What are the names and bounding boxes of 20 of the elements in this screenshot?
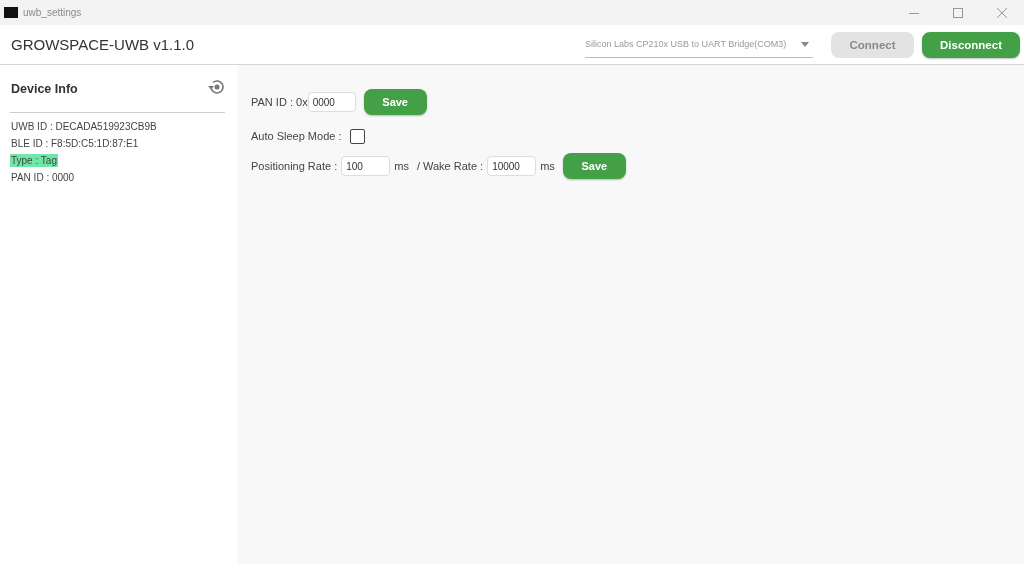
- wake-rate-field[interactable]: 10000: [487, 156, 537, 176]
- positioning-rate-label: Positioning Rate :: [251, 160, 338, 172]
- positioning-rate-field[interactable]: 100: [341, 156, 391, 176]
- pan-id-label: PAN ID : 0x: [251, 96, 308, 108]
- wake-rate-label: / Wake Rate :: [416, 160, 484, 172]
- window-title: uwb_settings: [23, 7, 82, 18]
- disconnect-button[interactable]: Disconnect: [922, 31, 1020, 58]
- device-info-text: PAN ID : 0000: [10, 171, 76, 184]
- save-button[interactable]: Save: [562, 153, 626, 179]
- save-button[interactable]: Save: [363, 89, 427, 115]
- unit-label: ms: [394, 160, 409, 172]
- port-dropdown[interactable]: Silicon Labs CP210x USB to UART Bridge(COM3): [585, 31, 813, 58]
- device-info-text: Type : Tag: [10, 154, 58, 167]
- section-title: Device Info: [11, 81, 78, 96]
- pan-id-field[interactable]: 0000: [307, 92, 356, 112]
- device-info-text: UWB ID : DECADA519923CB9B: [10, 120, 158, 133]
- unit-label: ms: [540, 160, 555, 172]
- app-title: GROWSPACE-UWB v1.1.0: [11, 36, 196, 53]
- auto-sleep-label: Auto Sleep Mode :: [251, 130, 342, 142]
- device-info-text: BLE ID : F8:5D:C5:1D:87:E1: [10, 137, 140, 150]
